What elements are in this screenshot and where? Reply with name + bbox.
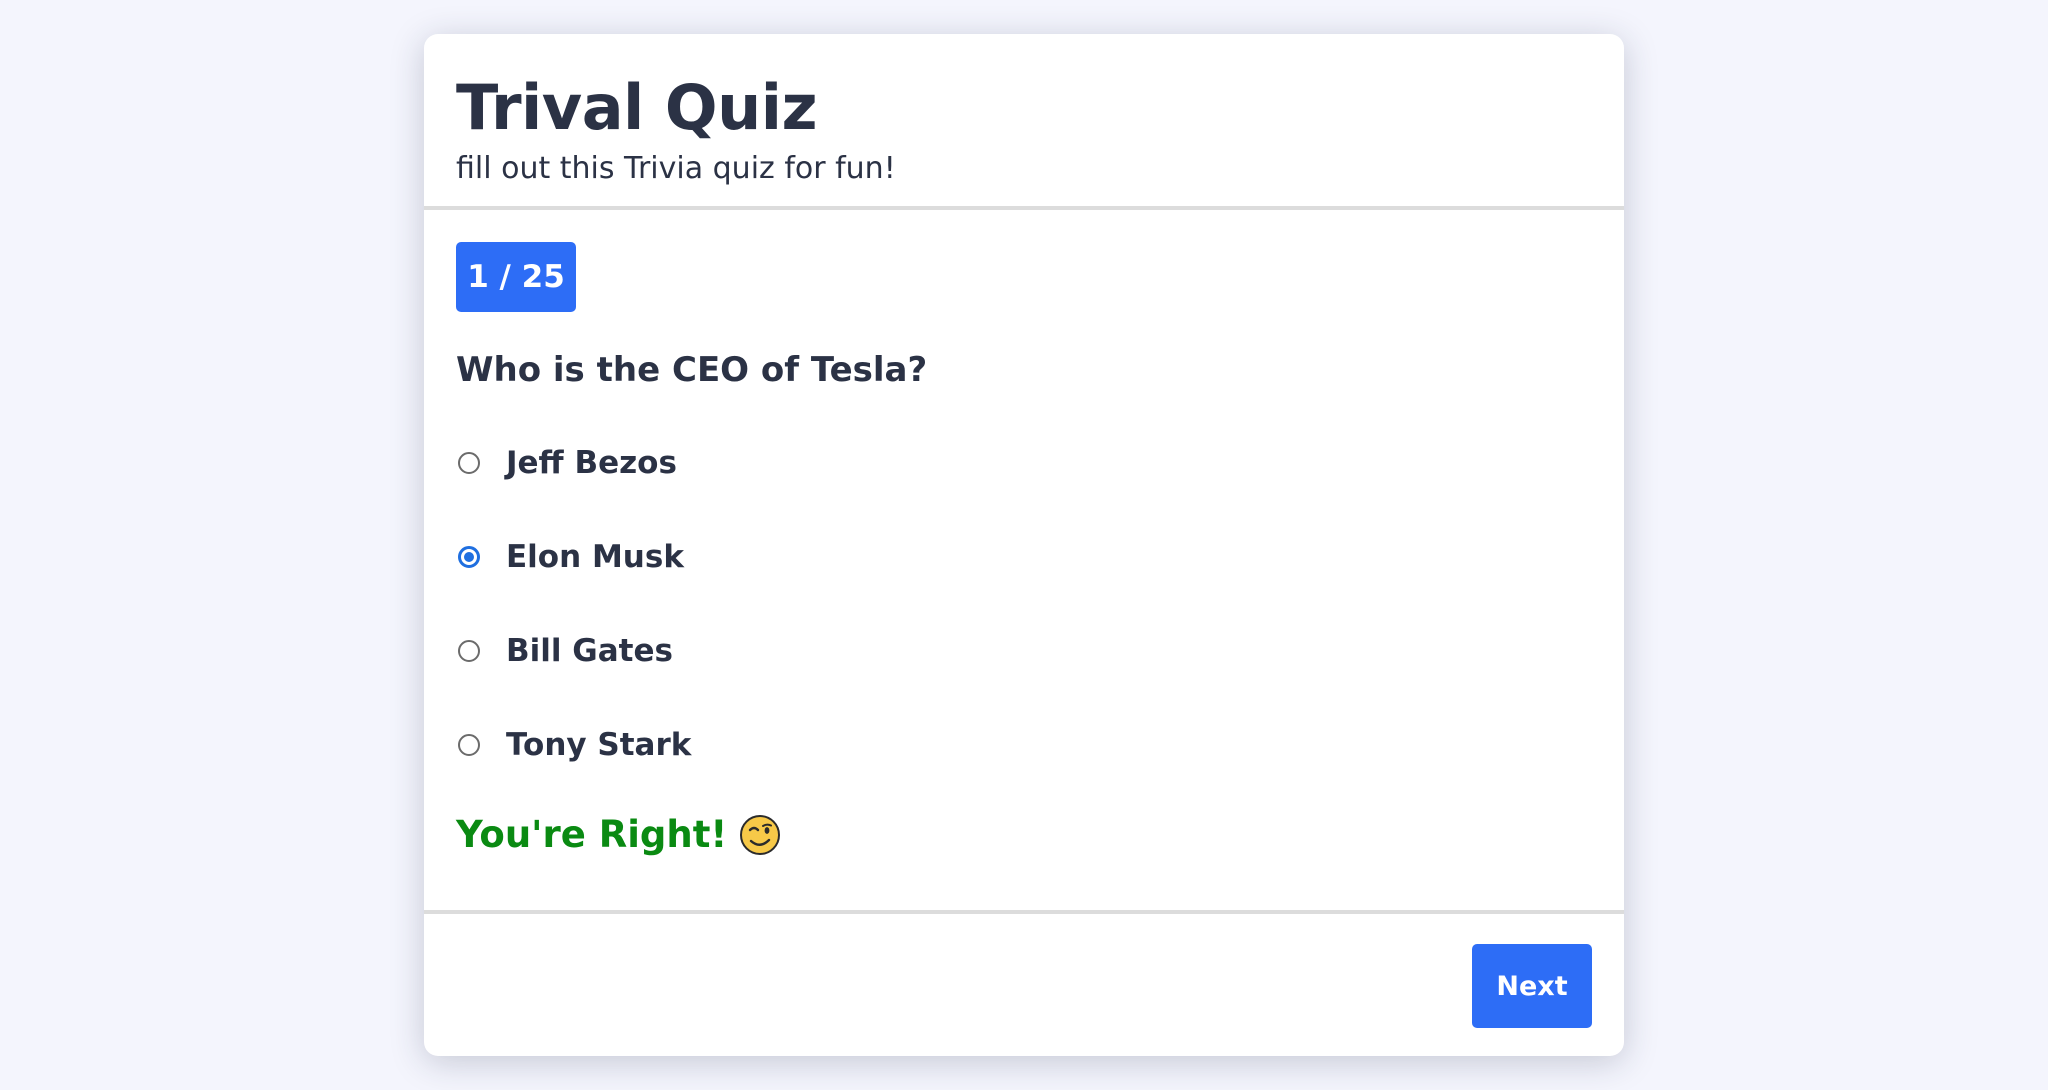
quiz-subtitle: fill out this Trivia quiz for fun!	[456, 151, 896, 186]
radio-button[interactable]	[458, 452, 480, 474]
answer-option-bill-gates[interactable]: Bill Gates	[456, 627, 1592, 675]
answer-label: Bill Gates	[506, 633, 673, 669]
radio-button[interactable]	[458, 640, 480, 662]
progress-badge: 1 / 25	[456, 242, 576, 312]
quiz-footer: Next	[424, 914, 1624, 1056]
feedback-text: You're Right!	[456, 813, 728, 856]
answer-options: Jeff Bezos Elon Musk Bill Gates Tony Sta…	[456, 439, 1592, 769]
answer-label: Tony Stark	[506, 727, 692, 763]
next-button[interactable]: Next	[1472, 944, 1592, 1028]
answer-label: Elon Musk	[506, 539, 684, 575]
quiz-card: Trival Quiz fill out this Trivia quiz fo…	[424, 34, 1624, 1056]
quiz-title: Trival Quiz	[456, 71, 818, 144]
answer-option-tony-stark[interactable]: Tony Stark	[456, 721, 1592, 769]
answer-label: Jeff Bezos	[506, 445, 677, 481]
answer-option-jeff-bezos[interactable]: Jeff Bezos	[456, 439, 1592, 487]
winking-face-icon	[740, 814, 781, 855]
radio-button[interactable]	[458, 734, 480, 756]
quiz-header: Trival Quiz fill out this Trivia quiz fo…	[424, 34, 1624, 210]
radio-button-selected[interactable]	[458, 546, 480, 568]
answer-option-elon-musk[interactable]: Elon Musk	[456, 533, 1592, 581]
quiz-body: 1 / 25 Who is the CEO of Tesla? Jeff Bez…	[424, 210, 1624, 914]
answer-feedback: You're Right!	[456, 813, 1592, 856]
question-text: Who is the CEO of Tesla?	[456, 350, 928, 390]
